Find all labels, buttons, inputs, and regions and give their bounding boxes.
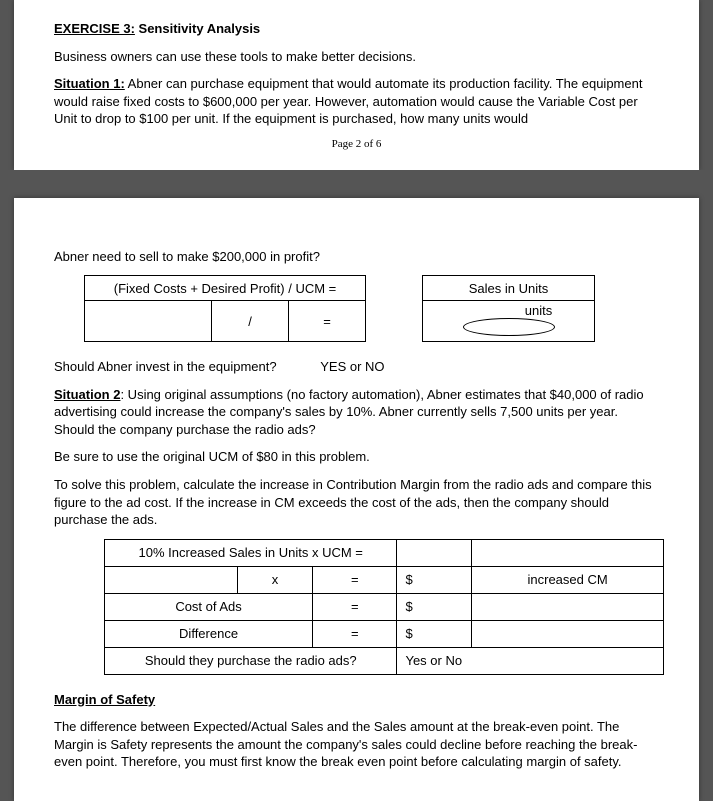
t1-cell-blank1 xyxy=(85,301,212,342)
t1-gap2 xyxy=(366,301,423,342)
exercise-label: EXERCISE 3: xyxy=(54,21,135,36)
calc-table-1: (Fixed Costs + Desired Profit) / UCM = S… xyxy=(84,275,595,342)
t1-units-label: units xyxy=(525,303,552,318)
t1-cell-eq: = xyxy=(289,301,366,342)
invest-q-text: Should Abner invest in the equipment? xyxy=(54,359,277,374)
t2-r2-blank xyxy=(472,593,664,620)
t2-r3-blank xyxy=(472,620,664,647)
mos-text: The difference between Expected/Actual S… xyxy=(54,718,659,771)
situation-1: Situation 1: Abner can purchase equipmen… xyxy=(54,75,659,128)
t2-r2-label: Cost of Ads xyxy=(105,593,313,620)
t1-header-formula: (Fixed Costs + Desired Profit) / UCM = xyxy=(85,276,366,301)
continuation-text: Abner need to sell to make $200,000 in p… xyxy=(54,248,659,266)
t2-r4-label: Should they purchase the radio ads? xyxy=(105,647,397,674)
t1-cell-div: / xyxy=(212,301,289,342)
t2-r1-eq: = xyxy=(313,566,397,593)
page-fragment-top: EXERCISE 3: Sensitivity Analysis Busines… xyxy=(14,0,699,170)
t2-header: 10% Increased Sales in Units x UCM = xyxy=(105,539,397,566)
t2-r1-x: x xyxy=(237,566,312,593)
invest-question: Should Abner invest in the equipment? YE… xyxy=(54,358,659,376)
situation-1-text: Abner can purchase equipment that would … xyxy=(54,76,642,126)
t2-r4-yesno: Yes or No xyxy=(397,647,664,674)
t2-r3-dollar: $ xyxy=(397,620,472,647)
answer-oval xyxy=(463,318,555,336)
situation-2-label: Situation 2 xyxy=(54,387,120,402)
mos-title: Margin of Safety xyxy=(54,692,155,707)
t2-r3-label: Difference xyxy=(105,620,313,647)
ucm-note: Be sure to use the original UCM of $80 i… xyxy=(54,448,659,466)
t2-r2-dollar: $ xyxy=(397,593,472,620)
solve-note: To solve this problem, calculate the inc… xyxy=(54,476,659,529)
yes-no-choice: YES or NO xyxy=(320,358,384,376)
t1-cell-units: units xyxy=(423,301,595,342)
t2-r1-dollar: $ xyxy=(397,566,472,593)
exercise-heading: EXERCISE 3: Sensitivity Analysis xyxy=(54,20,659,38)
mos-heading: Margin of Safety xyxy=(54,691,659,709)
page-fragment-bottom: Abner need to sell to make $200,000 in p… xyxy=(14,198,699,801)
page-number: Page 2 of 6 xyxy=(54,138,659,150)
t2-blank-a xyxy=(397,539,472,566)
t2-r1-blank xyxy=(105,566,238,593)
t2-r2-eq: = xyxy=(313,593,397,620)
t2-blank-b xyxy=(472,539,664,566)
situation-1-label: Situation 1: xyxy=(54,76,125,91)
t1-gap xyxy=(366,276,423,301)
t2-r3-eq: = xyxy=(313,620,397,647)
exercise-title: Sensitivity Analysis xyxy=(135,21,260,36)
intro-text: Business owners can use these tools to m… xyxy=(54,48,659,66)
t1-header-sales: Sales in Units xyxy=(423,276,595,301)
page-gap xyxy=(0,170,713,198)
situation-2-text: : Using original assumptions (no factory… xyxy=(54,387,644,437)
calc-table-2: 10% Increased Sales in Units x UCM = x =… xyxy=(104,539,664,675)
t2-r1-inccm: increased CM xyxy=(472,566,664,593)
situation-2: Situation 2: Using original assumptions … xyxy=(54,386,659,439)
